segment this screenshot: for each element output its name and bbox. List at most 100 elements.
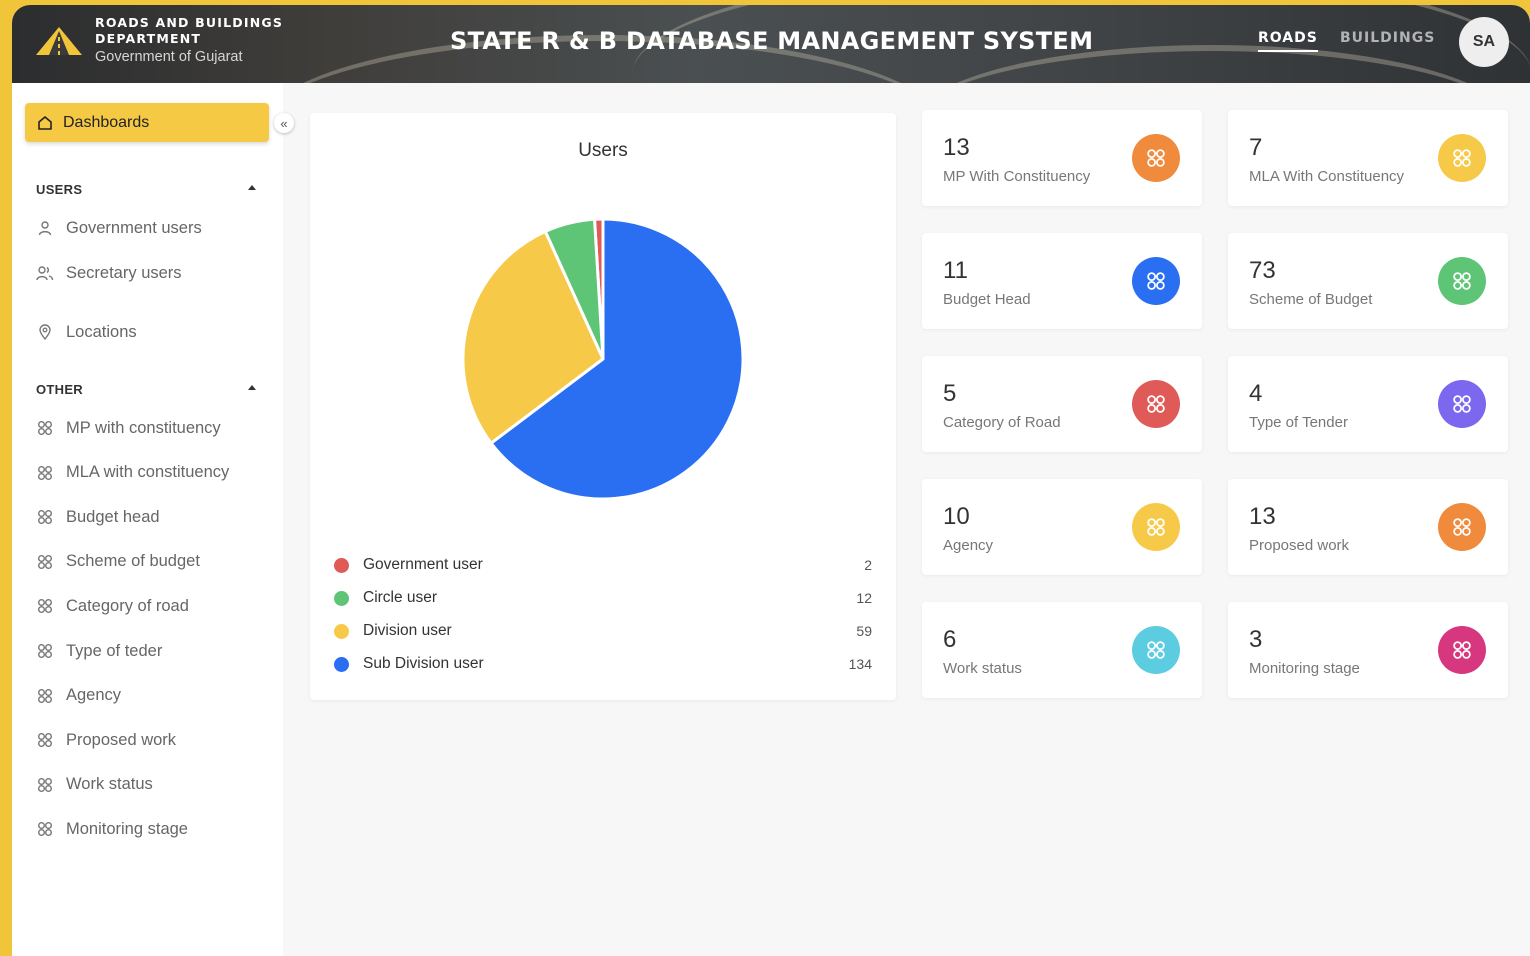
grid-icon bbox=[1146, 517, 1166, 537]
collapse-sidebar-button[interactable]: « bbox=[274, 113, 294, 133]
grid-icon bbox=[1146, 271, 1166, 291]
sidebar-item-mp-with-constituency[interactable]: MP with constituency bbox=[36, 416, 221, 440]
sidebar-item-monitoring-stage[interactable]: Monitoring stage bbox=[36, 817, 188, 841]
department-logo-icon[interactable] bbox=[34, 25, 84, 62]
sidebar-item-label: MLA with constituency bbox=[66, 463, 230, 482]
sidebar-item-secretary-users[interactable]: Secretary users bbox=[36, 261, 182, 285]
nav-tab-buildings[interactable]: BUILDINGS bbox=[1340, 30, 1435, 46]
stat-icon-circle bbox=[1438, 257, 1486, 305]
grid-icon bbox=[1452, 394, 1472, 414]
sidebar-item-label: Type of teder bbox=[66, 641, 163, 660]
stat-card-mp-with-constituency[interactable]: 13 MP With Constituency bbox=[922, 110, 1202, 206]
department-name-line1: ROADS AND BUILDINGS bbox=[95, 15, 284, 30]
legend-dot bbox=[334, 623, 349, 639]
grid-icon bbox=[1452, 640, 1472, 660]
grid-icon bbox=[1452, 148, 1472, 168]
stat-card-mla-with-constituency[interactable]: 7 MLA With Constituency bbox=[1228, 110, 1508, 206]
sidebar-item-label: Category of road bbox=[66, 596, 189, 615]
stat-label: Work status bbox=[943, 660, 1022, 677]
grid-icon bbox=[1452, 517, 1472, 537]
sidebar-item-agency[interactable]: Agency bbox=[36, 684, 121, 708]
sidebar-item-mla-with-constituency[interactable]: MLA with constituency bbox=[36, 461, 229, 485]
legend-item-circle-user[interactable]: Circle user 12 bbox=[334, 588, 872, 608]
legend-dot bbox=[334, 656, 349, 672]
sidebar-item-scheme-of-budget[interactable]: Scheme of budget bbox=[36, 550, 200, 574]
stat-label: Scheme of Budget bbox=[1249, 291, 1373, 308]
stat-value: 7 bbox=[1249, 134, 1263, 161]
sidebar-item-type-of-teder[interactable]: Type of teder bbox=[36, 639, 162, 663]
grid-icon bbox=[36, 419, 54, 437]
stat-icon-circle bbox=[1438, 380, 1486, 428]
stat-label: Agency bbox=[943, 537, 994, 554]
sidebar-item-label: Locations bbox=[66, 322, 137, 341]
stat-label: MLA With Constituency bbox=[1249, 168, 1405, 185]
sidebar-item-label: Work status bbox=[66, 775, 153, 794]
legend-label: Government user bbox=[363, 556, 483, 573]
sidebar-item-label: Monitoring stage bbox=[66, 819, 188, 838]
stat-card-category-of-road[interactable]: 5 Category of Road bbox=[922, 356, 1202, 452]
caret-up-icon bbox=[248, 185, 256, 190]
legend-value: 2 bbox=[864, 557, 872, 573]
grid-icon bbox=[36, 508, 54, 526]
legend-dot bbox=[334, 557, 349, 573]
sidebar-item-label: Agency bbox=[66, 686, 122, 705]
section-title: OTHER bbox=[36, 382, 83, 397]
home-icon bbox=[38, 115, 52, 130]
stat-card-type-of-tender[interactable]: 4 Type of Tender bbox=[1228, 356, 1508, 452]
stat-card-monitoring-stage[interactable]: 3 Monitoring stage bbox=[1228, 602, 1508, 698]
stat-icon-circle bbox=[1132, 134, 1180, 182]
stat-label: Proposed work bbox=[1249, 537, 1350, 554]
stat-value: 6 bbox=[943, 626, 957, 653]
sidebar-item-proposed-work[interactable]: Proposed work bbox=[36, 728, 176, 752]
user-avatar[interactable]: SA bbox=[1459, 17, 1509, 67]
sidebar-item-locations[interactable]: Locations bbox=[36, 320, 137, 344]
sidebar-item-label: Secretary users bbox=[66, 263, 182, 282]
section-header-users[interactable]: USERS bbox=[36, 182, 256, 197]
app-window: ROADS AND BUILDINGS DEPARTMENT Governmen… bbox=[12, 5, 1530, 956]
sidebar-item-work-status[interactable]: Work status bbox=[36, 773, 153, 797]
sidebar-item-government-users[interactable]: Government users bbox=[36, 216, 202, 240]
legend-dot bbox=[334, 590, 349, 606]
stat-card-work-status[interactable]: 6 Work status bbox=[922, 602, 1202, 698]
legend-value: 59 bbox=[856, 623, 872, 639]
legend-item-division-user[interactable]: Division user 59 bbox=[334, 621, 872, 641]
stat-value: 4 bbox=[1249, 380, 1263, 407]
stat-icon-circle bbox=[1132, 626, 1180, 674]
grid-icon bbox=[1146, 394, 1166, 414]
grid-icon bbox=[1146, 640, 1166, 660]
section-title: USERS bbox=[36, 182, 83, 197]
nav-tab-roads[interactable]: ROADS bbox=[1258, 30, 1318, 52]
stat-value: 13 bbox=[1249, 503, 1276, 530]
stat-icon-circle bbox=[1438, 503, 1486, 551]
user-icon bbox=[36, 219, 54, 237]
sidebar-item-dashboards[interactable]: Dashboards bbox=[25, 103, 269, 142]
app-title: STATE R & B DATABASE MANAGEMENT SYSTEM bbox=[450, 27, 1094, 55]
sidebar-item-budget-head[interactable]: Budget head bbox=[36, 505, 160, 529]
department-brand: ROADS AND BUILDINGS DEPARTMENT Governmen… bbox=[95, 15, 283, 65]
legend-item-government-user[interactable]: Government user 2 bbox=[334, 555, 872, 575]
grid-icon bbox=[36, 776, 54, 794]
stat-card-scheme-of-budget[interactable]: 73 Scheme of Budget bbox=[1228, 233, 1508, 329]
sidebar-item-label: Proposed work bbox=[66, 730, 177, 749]
stat-card-budget-head[interactable]: 11 Budget Head bbox=[922, 233, 1202, 329]
stat-icon-circle bbox=[1438, 626, 1486, 674]
chart-title: Users bbox=[578, 140, 628, 161]
grid-icon bbox=[36, 687, 54, 705]
section-header-other[interactable]: OTHER bbox=[36, 382, 256, 397]
sidebar-item-label: Government users bbox=[66, 218, 202, 237]
stat-card-agency[interactable]: 10 Agency bbox=[922, 479, 1202, 575]
grid-icon bbox=[36, 820, 54, 838]
stat-label: Budget Head bbox=[943, 291, 1031, 308]
stat-value: 73 bbox=[1249, 257, 1276, 284]
top-header: ROADS AND BUILDINGS DEPARTMENT Governmen… bbox=[12, 5, 1530, 83]
stat-value: 3 bbox=[1249, 626, 1263, 653]
sidebar-item-category-of-road[interactable]: Category of road bbox=[36, 594, 189, 618]
government-name: Government of Gujarat bbox=[95, 49, 243, 65]
legend-item-sub-division-user[interactable]: Sub Division user 134 bbox=[334, 654, 872, 674]
sidebar-item-label: Dashboards bbox=[63, 113, 150, 131]
users-icon bbox=[36, 264, 54, 282]
stat-icon-circle bbox=[1132, 503, 1180, 551]
grid-icon bbox=[36, 464, 54, 482]
stat-value: 10 bbox=[943, 503, 970, 530]
stat-card-proposed-work[interactable]: 13 Proposed work bbox=[1228, 479, 1508, 575]
